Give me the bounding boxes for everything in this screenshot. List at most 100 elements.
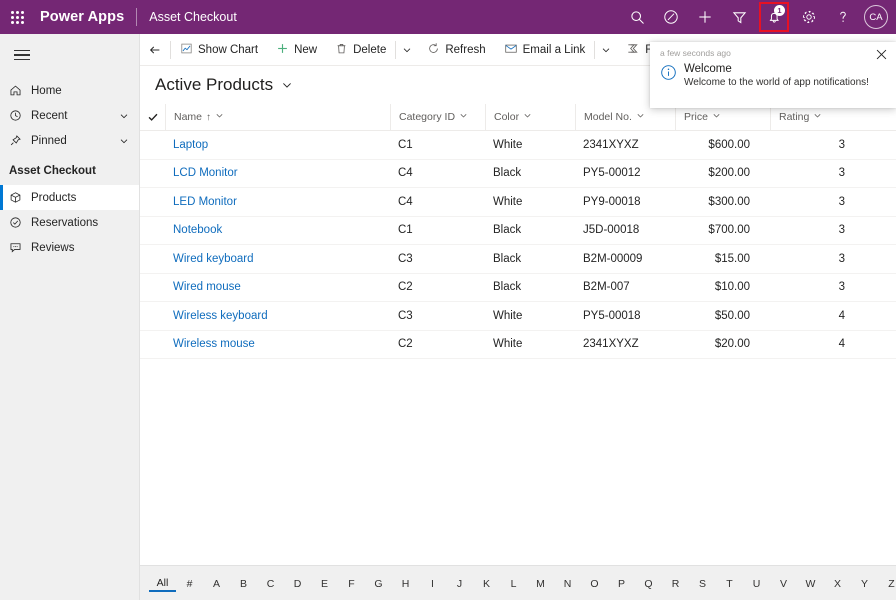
sidebar-item-recent[interactable]: Recent [0,103,139,128]
alpha-filter-item[interactable]: P [608,575,635,591]
brand-title[interactable]: Power Apps [40,9,124,25]
comment-icon [9,241,31,254]
alpha-filter-item[interactable]: X [824,575,851,591]
sidebar-item-pinned[interactable]: Pinned [0,128,139,153]
alpha-filter-item[interactable]: Q [635,575,662,591]
column-header-category-id[interactable]: Category ID [390,103,485,131]
email-a-link-button[interactable]: Email a Link [495,34,595,65]
alpha-filter-item[interactable]: V [770,575,797,591]
gear-icon[interactable] [792,0,826,34]
alpha-filter-item[interactable]: L [500,575,527,591]
alpha-filter-item[interactable]: B [230,575,257,591]
close-icon[interactable] [873,48,890,61]
product-link[interactable]: Wireless keyboard [173,310,268,322]
help-icon[interactable] [826,0,860,34]
product-link[interactable]: LED Monitor [173,196,237,208]
alpha-filter-item[interactable]: Z [878,575,896,591]
table-row[interactable]: Wired mouse C2 Black B2M-007 $10.00 3 [140,274,896,302]
alpha-filter-item[interactable]: G [365,575,392,591]
table-row[interactable]: Notebook C1 Black J5D-00018 $700.00 3 [140,217,896,245]
table-row[interactable]: Laptop C1 White 2341XYXZ $600.00 3 [140,131,896,160]
cell-rating: 3 [838,252,845,265]
cell-model-no: PY5-00012 [583,167,641,180]
sidebar-item-label: Reviews [31,241,75,254]
notifications-bell-icon[interactable]: 1 [759,2,789,32]
show-chart-label: Show Chart [198,43,259,56]
user-avatar[interactable]: CA [864,5,888,29]
table-row[interactable]: Wireless mouse C2 White 2341XYXZ $20.00 4 [140,331,896,359]
alpha-filter-item[interactable]: S [689,575,716,591]
cell-price: $600.00 [708,138,750,151]
cell-price: $20.00 [714,338,750,351]
alpha-filter-item[interactable]: # [176,575,203,591]
refresh-button[interactable]: Refresh [418,34,494,65]
filter-icon[interactable] [722,0,756,34]
chevron-down-icon[interactable] [215,111,224,123]
chevron-down-icon[interactable] [523,111,532,123]
chevron-down-icon[interactable] [459,111,468,123]
cell-color: Black [493,167,522,180]
alpha-filter-item[interactable]: D [284,575,311,591]
notification-title: Welcome [684,63,732,75]
cell-category-id: C2 [398,281,413,294]
alpha-filter-item[interactable]: U [743,575,770,591]
page-title: Active Products [155,75,274,94]
chevron-down-icon[interactable] [813,111,822,123]
notification-timestamp: a few seconds ago [660,48,731,58]
alpha-filter-item[interactable]: All [149,574,176,592]
sidebar-item-reservations[interactable]: Reservations [0,210,139,235]
product-link[interactable]: Wired mouse [173,281,241,293]
sidebar-item-reviews[interactable]: Reviews [0,235,139,260]
sort-ascending-icon: ↑ [206,111,212,123]
new-button[interactable]: New [267,34,326,65]
sitemap-hamburger-icon[interactable] [0,40,40,70]
alpha-filter-item[interactable]: F [338,575,365,591]
email-overflow-chevron-down-icon[interactable] [595,34,617,65]
alpha-filter-item[interactable]: R [662,575,689,591]
table-row[interactable]: LCD Monitor C4 Black PY5-00012 $200.00 3 [140,160,896,188]
chevron-down-icon[interactable] [119,136,129,146]
product-link[interactable]: Wireless mouse [173,338,255,350]
alpha-filter-item[interactable]: H [392,575,419,591]
view-chevron-down-icon[interactable] [281,79,293,91]
column-header-color[interactable]: Color [485,103,575,131]
alpha-filter-item[interactable]: O [581,575,608,591]
alpha-filter-item[interactable]: E [311,575,338,591]
sidebar-item-label: Home [31,84,62,97]
product-link[interactable]: Laptop [173,139,208,151]
app-name-label[interactable]: Asset Checkout [149,10,237,24]
app-launcher-icon[interactable] [0,0,34,34]
product-link[interactable]: Notebook [173,224,222,236]
alpha-filter-item[interactable]: J [446,575,473,591]
alpha-filter-item[interactable]: T [716,575,743,591]
column-header-name[interactable]: Name ↑ [165,103,390,131]
chevron-down-icon[interactable] [119,111,129,121]
plus-icon[interactable] [688,0,722,34]
table-row[interactable]: LED Monitor C4 White PY9-00018 $300.00 3 [140,188,896,217]
product-link[interactable]: Wired keyboard [173,253,254,265]
table-row[interactable]: Wireless keyboard C3 White PY5-00018 $50.00 4 [140,302,896,331]
alpha-filter-item[interactable]: W [797,575,824,591]
search-icon[interactable] [620,0,654,34]
left-sidebar: Home Recent Pinned Asset Checkout Produc… [0,34,140,600]
pen-circle-icon[interactable] [654,0,688,34]
delete-label: Delete [353,43,387,56]
chevron-down-icon[interactable] [712,111,721,123]
alpha-filter-item[interactable]: C [257,575,284,591]
delete-button[interactable]: Delete [326,34,395,65]
chevron-down-icon[interactable] [636,111,645,123]
delete-overflow-chevron-down-icon[interactable] [396,34,418,65]
alpha-filter-item[interactable]: A [203,575,230,591]
sidebar-item-home[interactable]: Home [0,78,139,103]
select-all-checkbox[interactable] [140,111,165,123]
sidebar-item-products[interactable]: Products [0,185,139,210]
alpha-filter-item[interactable]: I [419,575,446,591]
alpha-filter-item[interactable]: K [473,575,500,591]
show-chart-button[interactable]: Show Chart [171,34,267,65]
product-link[interactable]: LCD Monitor [173,167,238,179]
alpha-filter-item[interactable]: N [554,575,581,591]
table-row[interactable]: Wired keyboard C3 Black B2M-00009 $15.00 3 [140,245,896,274]
alpha-filter-item[interactable]: Y [851,575,878,591]
back-button[interactable] [140,34,170,65]
alpha-filter-item[interactable]: M [527,575,554,591]
